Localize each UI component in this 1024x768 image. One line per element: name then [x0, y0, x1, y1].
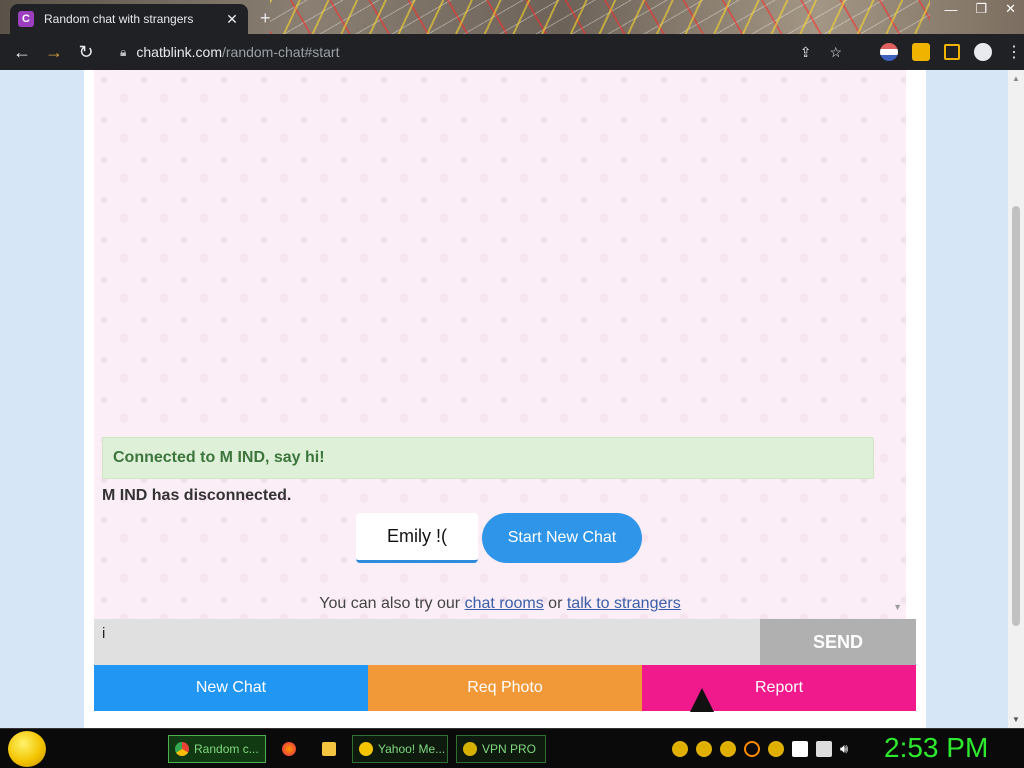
- chat-log[interactable]: Connected to M IND, say hi! M IND has di…: [94, 70, 906, 619]
- title-bar: C Random chat with strangers ✕ + — ❐ ✕: [0, 0, 1024, 34]
- close-window-icon[interactable]: ✕: [1005, 1, 1016, 17]
- address-bar[interactable]: 🔒︎ chatblink.com /random-chat#start ⇪ ☆: [108, 38, 854, 66]
- vpn-tray-icon[interactable]: [696, 741, 712, 757]
- vpn-tray-icon[interactable]: [720, 741, 736, 757]
- or-text: or: [548, 595, 563, 612]
- reload-icon[interactable]: ↻: [70, 42, 102, 63]
- minimize-icon[interactable]: —: [944, 2, 957, 17]
- also-try-prefix: You can also try our: [319, 595, 461, 612]
- chat-container: Connected to M IND, say hi! M IND has di…: [84, 70, 926, 728]
- message-composer: SEND: [94, 619, 916, 665]
- url-path: /random-chat#start: [221, 44, 340, 60]
- action-center-flag-icon[interactable]: [792, 741, 808, 757]
- taskbar-item-yahoo[interactable]: Yahoo! Me...: [352, 735, 448, 763]
- volume-icon[interactable]: 🔊︎: [840, 741, 858, 757]
- page-scrollbar[interactable]: ▲ ▼: [1008, 70, 1024, 728]
- share-icon[interactable]: ⇪: [800, 44, 812, 61]
- yahoo-messenger-icon: [359, 742, 373, 756]
- mouse-cursor-icon: [690, 688, 714, 712]
- also-try-text: You can also try our chat rooms or talk …: [94, 595, 906, 613]
- lock-icon[interactable]: 🔒︎: [120, 45, 126, 60]
- back-icon[interactable]: ←: [6, 42, 38, 63]
- wallpaper-decoration: [270, 0, 930, 34]
- taskbar-item-vpn[interactable]: VPN PRO: [456, 735, 546, 763]
- name-button[interactable]: Emily !(: [356, 513, 478, 563]
- browser-tab[interactable]: C Random chat with strangers ✕: [10, 4, 248, 34]
- disconnected-notice: M IND has disconnected.: [102, 487, 292, 504]
- forward-icon[interactable]: →: [38, 42, 70, 63]
- sidepanel-icon[interactable]: [944, 44, 960, 60]
- network-icon[interactable]: [816, 741, 832, 757]
- window-controls: — ❐ ✕: [944, 0, 1016, 18]
- tab-close-icon[interactable]: ✕: [224, 11, 240, 28]
- action-bar: New Chat Req Photo Report: [94, 665, 916, 711]
- taskbar-item-label: VPN PRO: [482, 742, 537, 756]
- restore-icon[interactable]: ❐: [975, 1, 987, 17]
- req-photo-button[interactable]: Req Photo: [368, 665, 642, 711]
- browser-toolbar: ← → ↻ 🔒︎ chatblink.com /random-chat#star…: [0, 34, 1024, 70]
- chrome-icon: [175, 742, 189, 756]
- taskbar-item-firefox[interactable]: [276, 735, 306, 763]
- scroll-down-icon[interactable]: ▼: [1008, 715, 1024, 724]
- connected-notice: Connected to M IND, say hi!: [102, 437, 874, 479]
- extension-icon[interactable]: [912, 43, 930, 61]
- flag-extension-icon[interactable]: [880, 43, 898, 61]
- star-icon[interactable]: ☆: [829, 44, 842, 61]
- profile-icon[interactable]: [974, 43, 992, 61]
- start-new-chat-button[interactable]: Start New Chat: [482, 513, 642, 563]
- report-button[interactable]: Report: [642, 665, 916, 711]
- firefox-icon: [282, 742, 296, 756]
- chat-rooms-link[interactable]: chat rooms: [465, 595, 544, 612]
- vpn-tray-icon[interactable]: [672, 741, 688, 757]
- web-page: Connected to M IND, say hi! M IND has di…: [0, 70, 1024, 728]
- new-tab-icon[interactable]: +: [260, 8, 271, 29]
- tab-title: Random chat with strangers: [44, 12, 194, 26]
- system-tray: 🔊︎: [672, 741, 858, 757]
- system-clock[interactable]: 2:53 PM: [884, 732, 988, 764]
- taskbar-item-label: Random c...: [194, 742, 259, 756]
- vpn-icon: [463, 742, 477, 756]
- chat-scroll-down-icon[interactable]: ▼: [893, 602, 902, 612]
- menu-icon[interactable]: ⋮: [1006, 42, 1022, 62]
- send-button[interactable]: SEND: [760, 619, 916, 665]
- taskbar-item-chrome[interactable]: Random c...: [168, 735, 266, 763]
- site-favicon-icon: C: [18, 11, 34, 27]
- scrollbar-thumb[interactable]: [1012, 206, 1020, 626]
- url-host: chatblink.com: [136, 44, 222, 60]
- new-chat-button[interactable]: New Chat: [94, 665, 368, 711]
- talk-to-strangers-link[interactable]: talk to strangers: [567, 595, 681, 612]
- extension-area: ⋮: [880, 42, 1022, 62]
- taskbar-item-label: Yahoo! Me...: [378, 742, 446, 756]
- emoji-tray-icon[interactable]: [768, 741, 784, 757]
- taskbar: Random c... Yahoo! Me... VPN PRO 🔊︎ 2:53…: [0, 728, 1024, 768]
- search-icon[interactable]: [744, 741, 760, 757]
- scroll-up-icon[interactable]: ▲: [1008, 74, 1024, 83]
- message-input[interactable]: [94, 619, 760, 665]
- start-button-icon[interactable]: [8, 731, 46, 767]
- taskbar-item-explorer[interactable]: [316, 735, 346, 763]
- folder-icon: [322, 742, 336, 756]
